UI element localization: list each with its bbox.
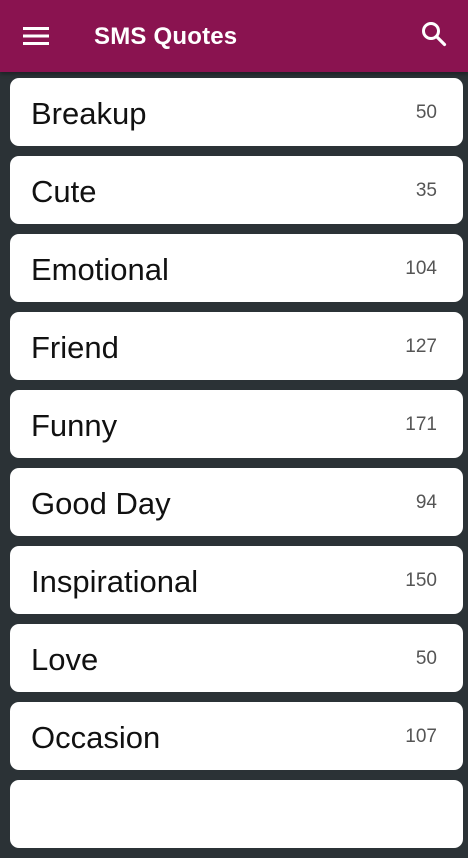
category-item-funny[interactable]: Funny 171 — [10, 390, 463, 458]
search-icon — [421, 21, 447, 52]
category-item-emotional[interactable]: Emotional 104 — [10, 234, 463, 302]
category-list: Breakup 50 Cute 35 Emotional 104 Friend … — [10, 78, 463, 858]
category-item-cute[interactable]: Cute 35 — [10, 156, 463, 224]
menu-button[interactable] — [14, 18, 58, 54]
category-label: Cute — [31, 174, 97, 209]
category-item-love[interactable]: Love 50 — [10, 624, 463, 692]
category-label: Inspirational — [31, 564, 199, 599]
category-label: Friend — [31, 330, 119, 365]
category-item-good-day[interactable]: Good Day 94 — [10, 468, 463, 536]
category-label: Love — [31, 642, 99, 677]
category-item-occasion[interactable]: Occasion 107 — [10, 702, 463, 770]
category-count: 50 — [415, 648, 437, 669]
category-label: Good Day — [31, 486, 171, 521]
category-label: Breakup — [31, 96, 147, 131]
hamburger-menu-icon — [23, 26, 49, 46]
category-item-breakup[interactable]: Breakup 50 — [10, 78, 463, 146]
category-count: 94 — [415, 492, 437, 513]
category-count: 107 — [405, 726, 437, 747]
category-count: 50 — [415, 102, 437, 123]
search-button[interactable] — [414, 18, 454, 54]
category-label: Funny — [31, 408, 118, 443]
app-bar: SMS Quotes — [0, 0, 468, 72]
category-item-friend[interactable]: Friend 127 — [10, 312, 463, 380]
category-label: Occasion — [31, 720, 161, 755]
category-count: 171 — [405, 414, 437, 435]
category-item-partial[interactable] — [10, 780, 463, 848]
category-count: 35 — [415, 180, 437, 201]
category-item-inspirational[interactable]: Inspirational 150 — [10, 546, 463, 614]
category-count: 104 — [405, 258, 437, 279]
category-count: 150 — [405, 570, 437, 591]
app-title: SMS Quotes — [94, 23, 238, 50]
category-label: Emotional — [31, 252, 169, 287]
category-count: 127 — [405, 336, 437, 357]
